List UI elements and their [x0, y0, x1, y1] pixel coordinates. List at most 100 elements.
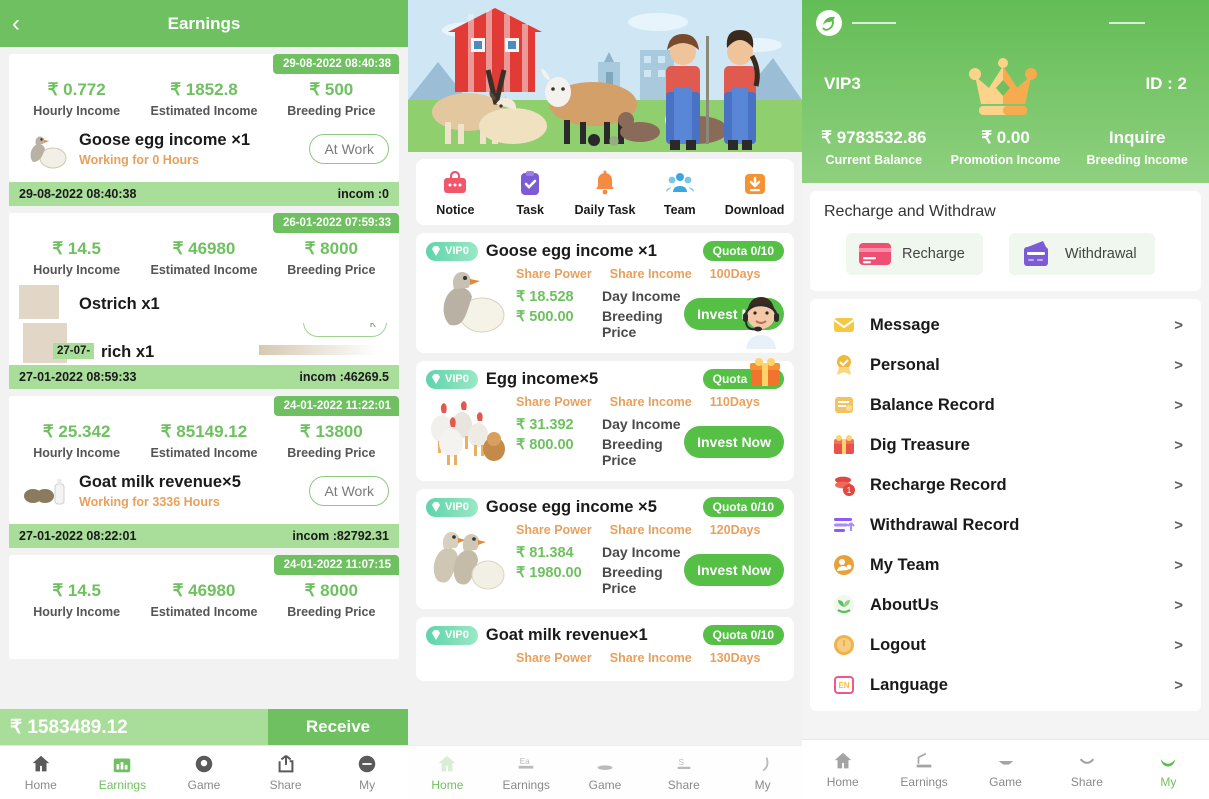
product-title: Goose egg income ×1 — [485, 241, 657, 260]
credit-card-icon — [859, 243, 891, 265]
share-income-label: Share Income — [609, 395, 692, 409]
nav-item-game[interactable]: Game — [566, 746, 645, 799]
quick-action-daily-task[interactable]: Daily Task — [568, 169, 643, 217]
menu-item-withdrawal-record[interactable]: Withdrawal Record > — [810, 505, 1201, 545]
farm-banner-illustration — [408, 0, 802, 152]
chevron-right-icon: > — [1174, 596, 1183, 614]
diamond-icon — [432, 374, 440, 384]
nav-item-home[interactable]: Home — [802, 740, 883, 799]
nav-item-my[interactable]: My — [326, 746, 408, 799]
customer-service-avatar-icon[interactable] — [734, 295, 788, 349]
earnings-card: 24-01-2022 11:22:01 ₹ 25.342 Hourly Inco… — [9, 396, 399, 548]
menu-item-logout[interactable]: Logout > — [810, 625, 1201, 665]
quick-action-task[interactable]: Task — [493, 169, 568, 217]
nav-item-share[interactable]: Share — [245, 746, 327, 799]
hourly-income-stat: ₹ 25.342 Hourly Income — [33, 422, 121, 460]
card-date-badge: 24-01-2022 11:07:15 — [273, 555, 399, 575]
nav-item-game[interactable]: Game — [163, 746, 245, 799]
my-person-icon — [1160, 759, 1176, 767]
wallet-icon — [1023, 241, 1048, 266]
earnings-screen: ‹ Earnings 29-08-2022 08:40:38 ₹ 0.772 H… — [0, 0, 408, 799]
earnings-card: 24-01-2022 11:07:15 ₹ 14.5 Hourly Income… — [9, 555, 399, 659]
download-box-icon — [744, 174, 765, 194]
estimated-income-stat: ₹ 46980 Estimated Income — [150, 581, 258, 619]
chevron-right-icon: > — [1174, 356, 1183, 374]
nav-item-home[interactable]: Home — [0, 746, 82, 799]
estimated-income-stat: ₹ 1852.8 Estimated Income — [150, 80, 258, 118]
invest-now-button[interactable]: Invest Now — [684, 554, 784, 586]
app-logo-icon — [816, 10, 842, 36]
section-title: Recharge and Withdraw — [824, 203, 996, 220]
my-person-icon — [762, 757, 768, 772]
menu-item-balance-record[interactable]: Balance Record > — [810, 385, 1201, 425]
share-icon: S — [677, 758, 691, 770]
vip-badge: VIP0 — [426, 369, 478, 389]
nav-item-game[interactable]: Game — [965, 740, 1046, 799]
home-icon — [439, 755, 456, 772]
ostrich-icon — [19, 285, 73, 319]
earnings-chart-icon: Ea — [518, 757, 534, 769]
breeding-price-stat: ₹ 8000 Breeding Price — [287, 239, 376, 277]
at-work-button[interactable]: At Work — [309, 476, 389, 506]
promotion-income-stat: ₹ 0.00 Promotion Income — [950, 128, 1061, 167]
nav-item-my[interactable]: My — [723, 746, 802, 799]
plant-hand-icon — [834, 595, 854, 615]
render-glitch-artifact: 27-07- rich x1 k — [9, 323, 399, 365]
chevron-right-icon: > — [1174, 476, 1183, 494]
quick-action-notice[interactable]: Notice — [418, 169, 493, 217]
breeding-price-stat: ₹ 13800 Breeding Price — [287, 422, 376, 460]
nav-item-my[interactable]: My — [1128, 740, 1209, 799]
vip-badge: VIP0 — [426, 625, 478, 645]
product-title: Egg income×5 — [485, 369, 599, 388]
quota-badge: Quota 0/10 — [702, 497, 784, 517]
share-power-label: Share Power — [516, 523, 592, 537]
receive-button[interactable]: Receive — [268, 709, 408, 745]
chickens-icon — [426, 391, 512, 467]
menu-item-language[interactable]: EN Language > — [810, 665, 1201, 705]
badge-icon — [837, 355, 851, 375]
nav-item-earnings[interactable]: Earnings — [82, 746, 164, 799]
menu-item-message[interactable]: Message > — [810, 305, 1201, 345]
product-days: 100Days — [709, 267, 761, 281]
recharge-withdraw-section: Recharge and Withdraw Recharge Withdrawa… — [810, 191, 1201, 291]
product-card: VIP0 Goat milk revenue×1 Quota 0/10 Shar… — [416, 617, 794, 681]
nav-item-earnings[interactable]: Ea Earnings — [487, 746, 566, 799]
quick-action-download[interactable]: Download — [717, 169, 792, 217]
invest-now-button[interactable]: Invest Now — [684, 426, 784, 458]
nav-item-earnings[interactable]: Earnings — [883, 740, 964, 799]
diamond-icon — [432, 246, 440, 256]
product-card: VIP0 Egg income×5 Quota 0/10 Share Power… — [416, 361, 794, 481]
nav-item-share[interactable]: S Share — [644, 746, 723, 799]
card-foot-date: 27-01-2022 08:59:33 — [19, 370, 137, 384]
user-id: ID : 2 — [1145, 74, 1187, 93]
notice-bag-icon — [444, 170, 467, 193]
earnings-chart-icon — [114, 758, 131, 773]
card-foot-date: 29-08-2022 08:40:38 — [19, 187, 137, 201]
diamond-icon — [432, 630, 440, 640]
glitch-date-fragment: 27-07- — [53, 343, 95, 359]
gift-box-icon[interactable] — [748, 355, 782, 389]
menu-item-recharge-record[interactable]: 1 Recharge Record > — [810, 465, 1201, 505]
menu-item-about-us[interactable]: AboutUs > — [810, 585, 1201, 625]
earnings-list[interactable]: 29-08-2022 08:40:38 ₹ 0.772 Hourly Incom… — [0, 47, 408, 799]
menu-item-dig-treasure[interactable]: Dig Treasure > — [810, 425, 1201, 465]
earnings-card: 29-08-2022 08:40:38 ₹ 0.772 Hourly Incom… — [9, 54, 399, 206]
chevron-left-icon[interactable]: ‹ — [12, 11, 20, 36]
game-icon — [998, 761, 1013, 765]
nav-item-share[interactable]: Share — [1046, 740, 1127, 799]
bottom-nav: Home Earnings Game Share My — [0, 745, 408, 799]
card-foot-date: 27-01-2022 08:22:01 — [19, 529, 137, 543]
quick-action-team[interactable]: Team — [642, 169, 717, 217]
product-card: VIP0 Goose egg income ×1 Quota 0/10 Shar… — [416, 233, 794, 386]
recharge-button[interactable]: Recharge — [846, 233, 983, 275]
at-work-button[interactable]: At Work — [309, 134, 389, 164]
menu-item-my-team[interactable]: My Team > — [810, 545, 1201, 585]
share-income-label: Share Income — [609, 523, 692, 537]
breeding-price-value: ₹ 500.00 — [516, 309, 574, 325]
menu-item-personal[interactable]: Personal > — [810, 345, 1201, 385]
card-foot-income: incom :82792.31 — [292, 529, 389, 543]
breeding-income-stat[interactable]: Inquire Breeding Income — [1071, 128, 1203, 167]
nav-item-home[interactable]: Home — [408, 746, 487, 799]
withdrawal-button[interactable]: Withdrawal — [1008, 233, 1155, 275]
earnings-item-status: Working for 0 Hours — [79, 153, 199, 167]
